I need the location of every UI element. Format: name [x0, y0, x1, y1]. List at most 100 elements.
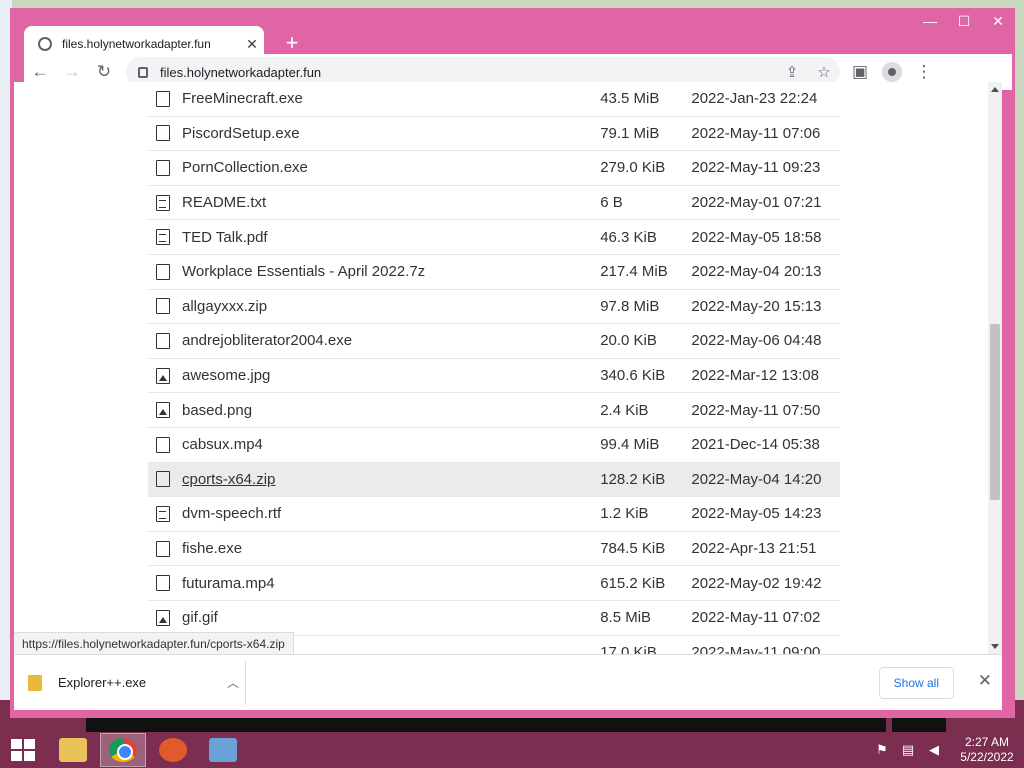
file-link[interactable]: cabsux.mp4	[182, 436, 600, 453]
file-link[interactable]: README.txt	[182, 194, 600, 211]
file-size: 43.5 MiB	[600, 90, 660, 108]
file-icon	[156, 159, 170, 176]
taskbar-chrome[interactable]	[100, 733, 146, 767]
file-date: 2022-May-11 07:50	[691, 401, 821, 419]
file-link[interactable]: awesome.jpg	[182, 367, 600, 384]
volume-muted-icon[interactable]: ◀	[924, 740, 944, 760]
file-size: 8.5 MiB	[600, 609, 652, 627]
file-row: fishe.exe 784.5 KiB 2022-Apr-13 21:51	[148, 532, 840, 567]
flag-icon[interactable]: ⚑	[872, 740, 892, 760]
file-size: 340.6 KiB	[600, 367, 666, 385]
start-button[interactable]	[0, 732, 46, 768]
file-link[interactable]: cports-x64.zip	[182, 471, 600, 488]
download-item[interactable]: Explorer++.exe ︿	[14, 660, 246, 705]
file-size: 6 B	[600, 194, 623, 212]
file-size: 2.4 KiB	[600, 401, 649, 419]
share-icon[interactable]: ⇪	[776, 63, 808, 81]
scroll-up-icon[interactable]	[991, 87, 999, 92]
document-file-icon	[156, 194, 170, 211]
file-date: 2022-May-05 18:58	[691, 228, 822, 246]
file-size: 784.5 KiB	[600, 540, 666, 558]
file-row: cports-x64.zip 128.2 KiB 2022-May-04 14:20	[148, 462, 840, 498]
tab-bar: files.holynetworkadapter.fun ✕ +	[24, 20, 1015, 62]
file-icon	[156, 540, 170, 557]
file-link[interactable]: Workplace Essentials - April 2022.7z	[182, 263, 600, 280]
computer-icon	[209, 738, 237, 762]
file-row: PiscordSetup.exe 79.1 MiB 2022-May-11 07:0…	[148, 117, 840, 152]
file-link[interactable]: futurama.mp4	[182, 575, 600, 592]
file-size: 17.0 KiB	[600, 643, 657, 654]
file-date: 2022-May-01 07:21	[691, 194, 822, 212]
chevron-up-icon[interactable]: ︿	[221, 674, 245, 691]
network-icon[interactable]: ▤	[898, 740, 918, 760]
file-link[interactable]: fishe.exe	[182, 540, 600, 557]
taskbar-app[interactable]	[150, 733, 196, 767]
file-size: 1.2 KiB	[600, 505, 649, 523]
image-file-icon	[156, 367, 170, 384]
file-row: allgayxxx.zip 97.8 MiB 2022-May-20 15:13	[148, 290, 840, 325]
file-date: 2022-May-20 15:13	[691, 297, 822, 315]
clock[interactable]: 2:27 AM 5/22/2022	[950, 735, 1024, 765]
file-date: 2021-Dec-14 05:38	[691, 436, 820, 454]
file-row: futurama.mp4 615.2 KiB 2022-May-02 19:42	[148, 566, 840, 601]
file-link[interactable]: allgayxxx.zip	[182, 298, 600, 315]
file-link[interactable]: dvm-speech.rtf	[182, 505, 600, 522]
file-icon	[156, 575, 170, 592]
scrollbar[interactable]	[988, 82, 1002, 654]
file-listing: FreeMinecraft.exe 43.5 MiB 2022-Jan-23 22:…	[148, 82, 840, 654]
document-file-icon	[156, 505, 170, 522]
file-link[interactable]: PornCollection.exe	[182, 159, 600, 176]
file-row: Workplace Essentials - April 2022.7z 217.…	[148, 255, 840, 290]
file-row: cabsux.mp4 99.4 MiB 2021-Dec-14 05:38	[148, 428, 840, 463]
link-status-bar: https://files.holynetworkadapter.fun/cpo…	[14, 632, 294, 654]
file-icon	[156, 436, 170, 453]
file-link[interactable]: FreeMinecraft.exe	[182, 90, 600, 107]
tab-title: files.holynetworkadapter.fun	[62, 37, 211, 51]
file-row: dvm-speech.rtf 1.2 KiB 2022-May-05 14:23	[148, 497, 840, 532]
download-name: Explorer++.exe	[58, 675, 147, 690]
file-link[interactable]: TED Talk.pdf	[182, 229, 600, 246]
scrollbar-thumb[interactable]	[990, 324, 1000, 500]
scroll-down-icon[interactable]	[991, 644, 999, 649]
lock-icon[interactable]	[138, 66, 148, 78]
file-size: 615.2 KiB	[600, 574, 666, 592]
taskbar: ⚑ ▤ ◀ 2:27 AM 5/22/2022	[0, 732, 1024, 768]
file-size: 46.3 KiB	[600, 228, 657, 246]
file-date: 2022-Apr-13 21:51	[691, 540, 817, 558]
windows-logo-icon	[11, 739, 35, 761]
folder-icon	[59, 738, 87, 762]
file-row: based.png 2.4 KiB 2022-May-11 07:50	[148, 393, 840, 428]
image-file-icon	[156, 402, 170, 419]
system-tray: ⚑ ▤ ◀ 2:27 AM 5/22/2022	[872, 732, 1024, 768]
file-date: 2022-May-02 19:42	[691, 574, 822, 592]
globe-icon	[38, 37, 52, 51]
download-shelf: Explorer++.exe ︿ Show all ✕	[14, 654, 1002, 710]
file-icon	[156, 125, 170, 142]
file-size: 79.1 MiB	[600, 124, 660, 142]
tab-close-icon[interactable]: ✕	[240, 36, 264, 53]
file-link[interactable]: based.png	[182, 402, 600, 419]
file-date: 2022-May-11 07:06	[691, 124, 821, 142]
url-text[interactable]: files.holynetworkadapter.fun	[160, 65, 776, 80]
taskbar-explorer[interactable]	[50, 733, 96, 767]
close-shelf-icon[interactable]: ✕	[978, 671, 992, 691]
bookmark-star-icon[interactable]: ☆	[808, 63, 840, 81]
file-size: 20.0 KiB	[600, 332, 657, 350]
page-content: FreeMinecraft.exe 43.5 MiB 2022-Jan-23 22:…	[14, 82, 1002, 654]
file-link[interactable]: PiscordSetup.exe	[182, 125, 600, 142]
image-file-icon	[156, 609, 170, 626]
file-date: 2022-May-11 09:23	[691, 159, 821, 177]
taskbar-computer[interactable]	[200, 733, 246, 767]
file-link[interactable]: gif.gif	[182, 609, 600, 626]
file-link[interactable]: andrejobliterator2004.exe	[182, 332, 600, 349]
file-icon	[156, 298, 170, 315]
chrome-icon	[109, 738, 137, 762]
show-all-button[interactable]: Show all	[878, 667, 954, 699]
file-icon	[156, 90, 170, 107]
file-date: 2022-May-05 14:23	[691, 505, 822, 523]
file-size: 217.4 MiB	[600, 263, 668, 281]
file-date: 2022-Mar-12 13:08	[691, 367, 819, 385]
file-icon	[156, 332, 170, 349]
file-row: awesome.jpg 340.6 KiB 2022-Mar-12 13:08	[148, 359, 840, 394]
file-icon	[156, 471, 170, 488]
